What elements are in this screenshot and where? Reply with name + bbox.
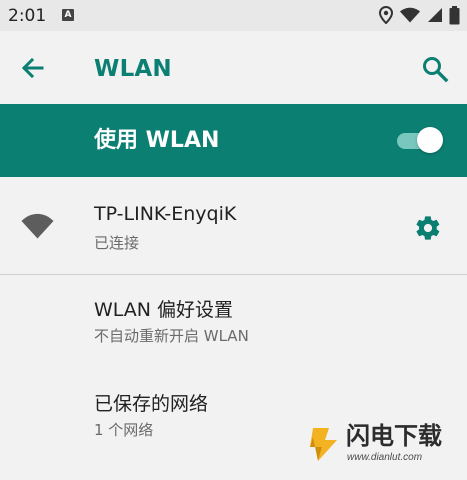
search-button[interactable] — [420, 54, 450, 84]
switch-thumb[interactable] — [417, 127, 443, 153]
back-button[interactable] — [17, 53, 47, 83]
wlan-toggle-banner[interactable]: 使用 WLAN — [0, 104, 467, 177]
wlan-preferences-subtitle: 不自动重新开启 WLAN — [94, 327, 249, 345]
watermark-url: www.dianlut.com — [347, 452, 423, 463]
network-settings-button[interactable] — [414, 214, 442, 242]
location-icon — [379, 6, 393, 24]
app-bar: WLAN — [0, 31, 467, 104]
wifi-signal-icon — [21, 213, 54, 239]
signal-icon — [428, 8, 442, 22]
status-time: 2:01 — [8, 6, 47, 26]
a-letter-icon: A — [62, 9, 74, 21]
page-title: WLAN — [94, 56, 172, 82]
battery-icon — [449, 5, 460, 24]
status-bar: 2:01 A — [0, 0, 467, 31]
arrow-left-icon — [21, 57, 44, 79]
saved-networks-subtitle: 1 个网络 — [94, 421, 154, 439]
status-icons — [379, 5, 460, 25]
wlan-switch[interactable] — [397, 126, 443, 155]
wlan-toggle-label: 使用 WLAN — [94, 128, 220, 153]
network-ssid: TP-LINK-EnyqiK — [94, 203, 237, 225]
wlan-preferences-row[interactable]: WLAN 偏好设置 不自动重新开启 WLAN — [0, 275, 467, 369]
watermark-brand: 闪电下载 — [346, 422, 442, 450]
lightning-logo-icon — [310, 428, 337, 461]
wlan-preferences-title: WLAN 偏好设置 — [94, 299, 234, 321]
saved-networks-title: 已保存的网络 — [94, 393, 209, 415]
search-icon — [423, 57, 449, 83]
connected-network-row[interactable]: TP-LINK-EnyqiK 已连接 — [0, 177, 467, 274]
wifi-icon — [400, 7, 420, 23]
gear-icon — [416, 216, 440, 240]
network-status: 已连接 — [94, 234, 140, 252]
watermark: 闪电下载 www.dianlut.com — [305, 418, 455, 470]
